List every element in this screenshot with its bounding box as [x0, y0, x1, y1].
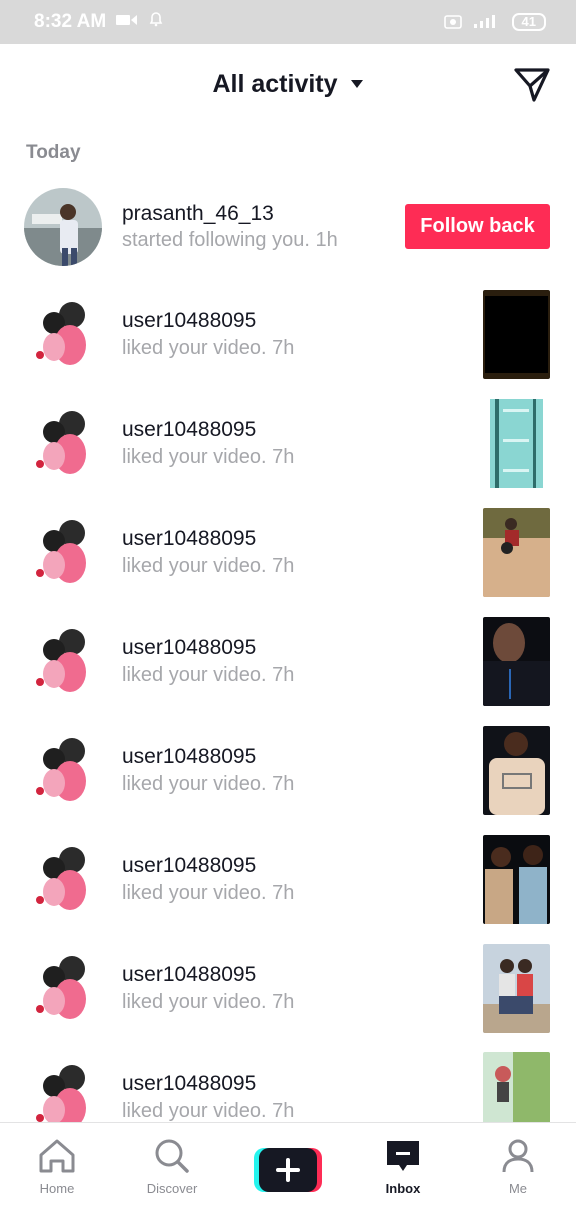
notification-row[interactable]: user10488095 liked your video. 7h [0, 725, 576, 834]
nav-discover-label: Discover [146, 1181, 198, 1196]
notification-action: liked your video. 7h [122, 555, 294, 578]
nav-discover[interactable]: Discover [122, 1137, 222, 1196]
notification-time: 7h [272, 882, 295, 904]
notification-action: started following you. 1h [122, 229, 338, 252]
send-icon [514, 68, 550, 102]
caret-down-icon [350, 76, 364, 94]
notification-time: 7h [272, 1100, 295, 1122]
video-camera-icon [116, 11, 138, 33]
search-icon [155, 1139, 189, 1173]
avatar[interactable] [24, 404, 102, 482]
action-text: started following you. [122, 229, 310, 251]
notification-username[interactable]: user10488095 [122, 527, 256, 551]
notification-username[interactable]: user10488095 [122, 418, 256, 442]
action-text: liked your video. [122, 555, 267, 577]
avatar[interactable] [24, 295, 102, 373]
avatar[interactable] [24, 731, 102, 809]
nav-me[interactable]: Me [468, 1137, 568, 1196]
bottom-navigation: Home Discover Inbox Me [0, 1122, 576, 1217]
nav-home[interactable]: Home [7, 1137, 107, 1196]
video-thumbnail[interactable] [483, 944, 550, 1033]
avatar[interactable] [24, 949, 102, 1027]
notification-username[interactable]: user10488095 [122, 636, 256, 660]
alarm-icon [443, 13, 462, 32]
notification-action: liked your video. 7h [122, 337, 294, 360]
video-thumbnail[interactable] [483, 290, 550, 379]
video-thumbnail[interactable] [483, 835, 550, 924]
video-thumbnail[interactable] [483, 617, 550, 706]
avatar[interactable] [24, 840, 102, 918]
create-video-button[interactable] [254, 1148, 322, 1192]
notification-action: liked your video. 7h [122, 1100, 294, 1123]
page-title: All activity [212, 70, 338, 98]
notification-action: liked your video. 7h [122, 664, 294, 687]
notification-action: liked your video. 7h [122, 773, 294, 796]
notification-username[interactable]: prasanth_46_13 [122, 202, 274, 226]
action-text: liked your video. [122, 664, 267, 686]
notification-username[interactable]: user10488095 [122, 1072, 256, 1096]
action-text: liked your video. [122, 446, 267, 468]
video-thumbnail[interactable] [483, 399, 550, 488]
avatar[interactable] [24, 513, 102, 591]
notification-username[interactable]: user10488095 [122, 745, 256, 769]
notification-row[interactable]: user10488095 liked your video. 7h [0, 943, 576, 1052]
section-today-label: Today [26, 142, 81, 163]
notification-action: liked your video. 7h [122, 991, 294, 1014]
avatar[interactable] [24, 188, 102, 266]
notification-row[interactable]: user10488095 liked your video. 7h [0, 616, 576, 725]
follow-back-button[interactable]: Follow back [405, 204, 550, 249]
notification-username[interactable]: user10488095 [122, 309, 256, 333]
nav-me-label: Me [508, 1181, 528, 1196]
action-text: liked your video. [122, 1100, 267, 1122]
header: All activity [0, 44, 576, 128]
action-text: liked your video. [122, 991, 267, 1013]
signal-icon [472, 13, 502, 32]
video-thumbnail[interactable] [483, 726, 550, 815]
notification-time: 7h [272, 991, 295, 1013]
notification-time: 7h [272, 773, 295, 795]
battery-indicator: 41 [511, 13, 546, 31]
plus-icon [254, 1148, 322, 1192]
notification-time: 7h [272, 555, 295, 577]
notification-row[interactable]: user10488095 liked your video. 7h [0, 834, 576, 943]
nav-inbox[interactable]: Inbox [353, 1137, 453, 1196]
action-text: liked your video. [122, 773, 267, 795]
notification-username[interactable]: user10488095 [122, 963, 256, 987]
notification-row[interactable]: user10488095 liked your video. 7h [0, 289, 576, 398]
action-text: liked your video. [122, 337, 267, 359]
bell-icon [148, 11, 164, 33]
inbox-icon [387, 1141, 419, 1171]
nav-inbox-label: Inbox [385, 1181, 421, 1196]
activity-filter-dropdown[interactable]: All activity [0, 70, 576, 99]
notification-time: 1h [315, 229, 338, 251]
avatar[interactable] [24, 622, 102, 700]
notification-row[interactable]: user10488095 liked your video. 7h [0, 507, 576, 616]
notification-time: 7h [272, 337, 295, 359]
notification-time: 7h [272, 664, 295, 686]
notification-row[interactable]: user10488095 liked your video. 7h [0, 398, 576, 507]
video-thumbnail[interactable] [483, 508, 550, 597]
nav-home-label: Home [39, 1181, 75, 1196]
status-bar: 8:32 AM 41 [0, 0, 576, 44]
action-text: liked your video. [122, 882, 267, 904]
status-time: 8:32 AM [34, 11, 107, 32]
home-icon [39, 1139, 75, 1173]
direct-messages-button[interactable] [512, 64, 552, 104]
profile-icon [502, 1139, 534, 1173]
notification-action: liked your video. 7h [122, 446, 294, 469]
notification-action: liked your video. 7h [122, 882, 294, 905]
notification-username[interactable]: user10488095 [122, 854, 256, 878]
notification-time: 7h [272, 446, 295, 468]
